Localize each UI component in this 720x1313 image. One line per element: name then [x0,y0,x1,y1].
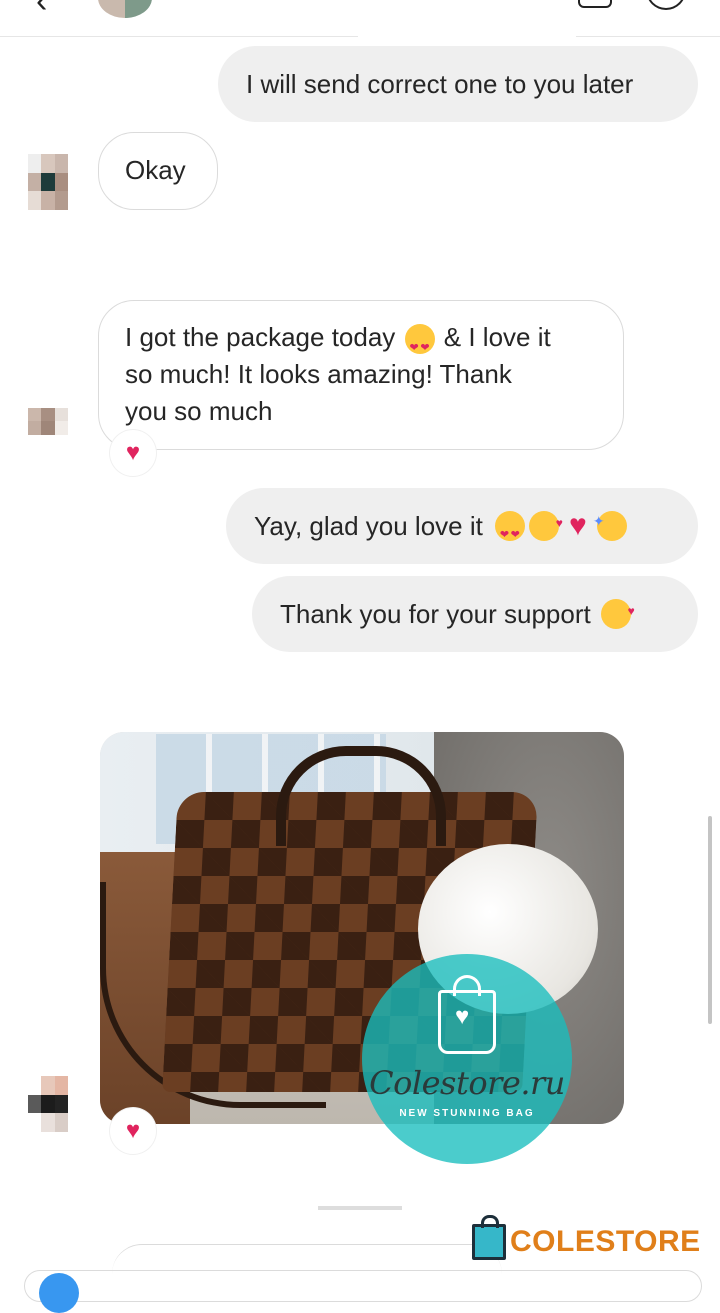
watermark-name: Colestore.ru [369,1063,565,1102]
heart-eyes-emoji [404,324,435,367]
scrollbar[interactable] [708,816,712,1024]
smiling-hearts-emoji [528,505,563,542]
message-incoming[interactable]: Okay [98,132,218,210]
sender-avatar[interactable] [28,154,68,210]
heart-icon[interactable]: ♥ [110,1108,156,1154]
colestore-watermark: Colestore.ru NEW STUNNING BAG [362,954,572,1164]
brand-logo: COLESTORE [472,1215,701,1266]
contact-name-redacted-2 [358,14,576,46]
message-text: you so much [125,396,273,426]
brand-name: COLESTORE [510,1225,701,1258]
message-text: I got the package today [125,322,396,352]
heart-icon[interactable]: ♥ [110,430,156,476]
red-heart-emoji: ♥ [568,509,587,542]
message-input[interactable] [24,1270,702,1313]
message-text: Thank you for your support [280,598,591,629]
party-face-emoji [593,503,627,541]
message-outgoing[interactable]: Thank you for your support [252,576,698,652]
shopping-bag-icon [472,1215,506,1260]
contact-name-redacted [168,0,382,22]
heart-eyes-emoji [494,511,525,554]
shopping-bag-icon [438,974,496,1054]
watermark-tagline: NEW STUNNING BAG [399,1107,535,1119]
message-incoming[interactable]: I got the package today & I love it so m… [98,300,624,450]
sender-avatar[interactable] [28,408,68,448]
sender-avatar[interactable] [28,1076,68,1132]
message-outgoing[interactable]: I will send correct one to you later [218,46,698,122]
message-outgoing[interactable]: Yay, glad you love it ♥ [226,488,698,564]
message-text: & I love it [443,322,551,352]
contact-avatar[interactable] [98,0,152,18]
info-icon[interactable] [646,0,686,10]
message-text: so much! It looks amazing! Thank [125,359,512,389]
message-text: I will send correct one to you later [246,68,634,99]
message-text: Yay, glad you love it [254,510,483,541]
conversation-header: ‹ [0,0,720,46]
smiling-hearts-emoji [600,593,635,630]
bag-handle [276,746,446,846]
back-arrow-icon[interactable]: ‹ [36,0,47,21]
video-call-icon[interactable] [578,0,612,8]
message-text: Okay [125,155,186,185]
timestamp-divider [318,1206,402,1210]
camera-icon[interactable] [39,1273,79,1313]
